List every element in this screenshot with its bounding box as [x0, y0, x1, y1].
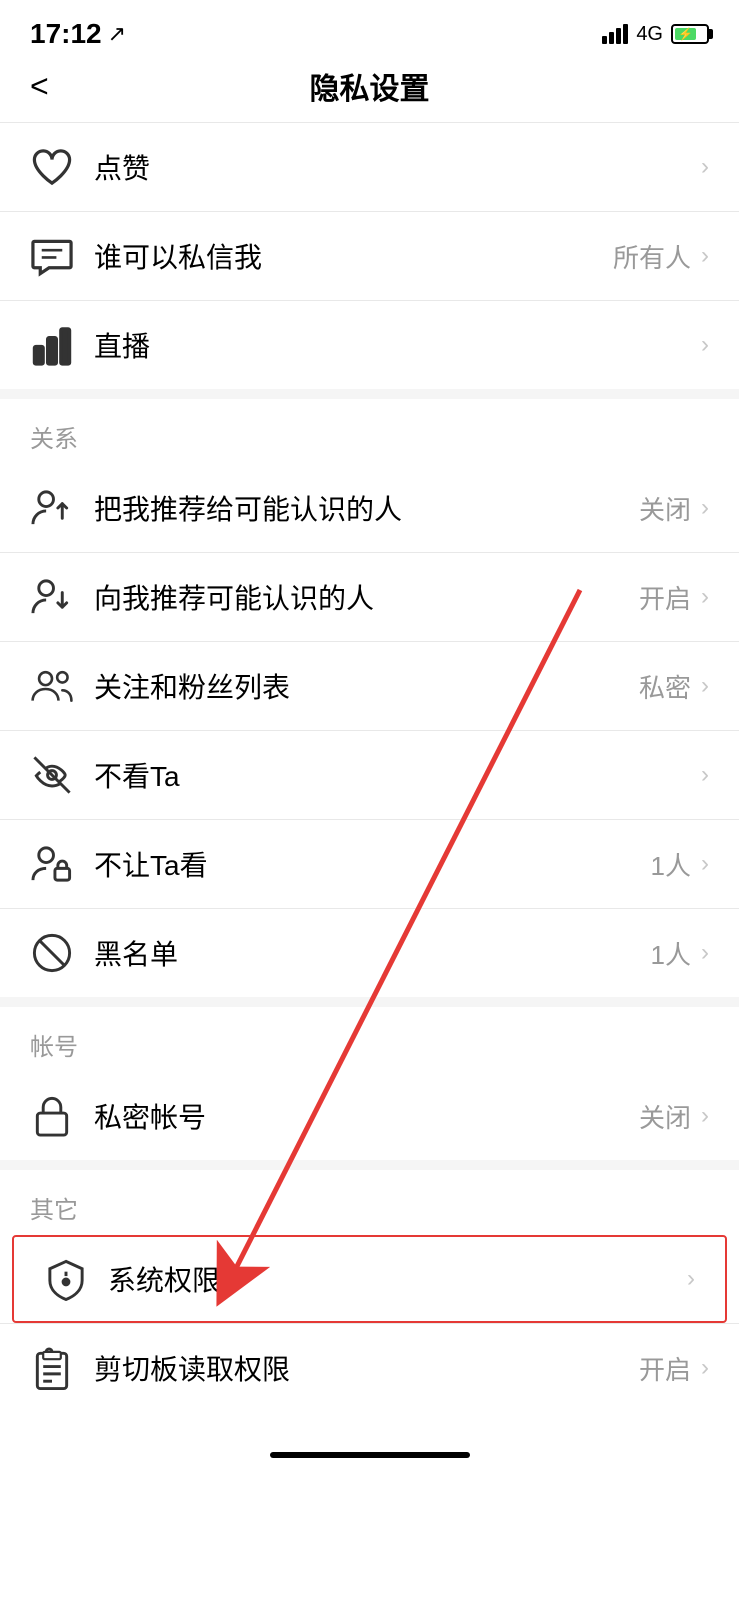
- section-divider-2: [0, 997, 739, 1007]
- clipboard-label: 剪切板读取权限: [94, 1348, 639, 1388]
- lock-icon: [30, 1094, 74, 1138]
- shield-icon: [44, 1257, 88, 1301]
- menu-item-recommend-to[interactable]: 把我推荐给可能认识的人 关闭 ›: [0, 464, 739, 552]
- page-title: 隐私设置: [310, 64, 430, 108]
- recommend-to-label: 把我推荐给可能认识的人: [94, 488, 639, 528]
- live-label: 直播: [94, 325, 701, 365]
- no-see-arrow: ›: [701, 761, 709, 789]
- menu-item-follow-fans[interactable]: 关注和粉丝列表 私密 ›: [0, 642, 739, 730]
- section-divider-1: [0, 389, 739, 399]
- home-indicator: [0, 1432, 739, 1468]
- person-up-icon: [30, 486, 74, 530]
- system-permission-label: 系统权限: [108, 1259, 687, 1299]
- heart-icon: [30, 145, 74, 189]
- bar-chart-icon: [30, 323, 74, 367]
- clipboard-arrow: ›: [701, 1354, 709, 1382]
- blacklist-arrow: ›: [701, 939, 709, 967]
- section-divider-3: [0, 1160, 739, 1170]
- section-account: 帐号: [0, 1007, 739, 1072]
- live-arrow: ›: [701, 331, 709, 359]
- menu-item-private-account[interactable]: 私密帐号 关闭 ›: [0, 1072, 739, 1160]
- message-label: 谁可以私信我: [94, 236, 613, 276]
- private-account-arrow: ›: [701, 1102, 709, 1130]
- recommend-from-arrow: ›: [701, 583, 709, 611]
- battery-icon: ⚡: [671, 24, 709, 44]
- private-account-label: 私密帐号: [94, 1096, 639, 1136]
- persons-icon: [30, 664, 74, 708]
- menu-item-likes[interactable]: 点赞 ›: [0, 123, 739, 211]
- menu-item-recommend-from[interactable]: 向我推荐可能认识的人 开启 ›: [0, 553, 739, 641]
- system-permission-arrow: ›: [687, 1265, 695, 1293]
- no-look-label: 不让Ta看: [94, 844, 651, 884]
- follow-fans-label: 关注和粉丝列表: [94, 666, 639, 706]
- menu-item-system-permission[interactable]: 系统权限 ›: [12, 1235, 727, 1323]
- message-icon: [30, 234, 74, 278]
- recommend-to-value: 关闭: [639, 490, 691, 527]
- header: < 隐私设置: [0, 60, 739, 122]
- status-bar: 17:12 ↗ 4G ⚡: [0, 0, 739, 60]
- system-permission-wrapper: 系统权限 ›: [0, 1235, 739, 1323]
- recommend-to-arrow: ›: [701, 494, 709, 522]
- follow-fans-arrow: ›: [701, 672, 709, 700]
- ban-icon: [30, 931, 74, 975]
- likes-label: 点赞: [94, 147, 701, 187]
- follow-fans-value: 私密: [639, 668, 691, 705]
- message-arrow: ›: [701, 242, 709, 270]
- back-button[interactable]: <: [30, 70, 49, 102]
- private-account-value: 关闭: [639, 1098, 691, 1135]
- eye-slash-icon: [30, 753, 74, 797]
- blacklist-value: 1人: [651, 935, 691, 972]
- blacklist-label: 黑名单: [94, 933, 651, 973]
- no-look-arrow: ›: [701, 850, 709, 878]
- menu-item-no-look[interactable]: 不让Ta看 1人 ›: [0, 820, 739, 908]
- menu-item-message[interactable]: 谁可以私信我 所有人 ›: [0, 212, 739, 300]
- person-down-icon: [30, 575, 74, 619]
- no-look-value: 1人: [651, 846, 691, 883]
- message-value: 所有人: [613, 238, 691, 275]
- section-other: 其它: [0, 1170, 739, 1235]
- status-icons: 4G ⚡: [602, 23, 709, 46]
- likes-arrow: ›: [701, 153, 709, 181]
- menu-item-clipboard[interactable]: 剪切板读取权限 开启 ›: [0, 1324, 739, 1412]
- location-icon: ↗: [108, 21, 126, 47]
- network-label: 4G: [636, 23, 663, 46]
- recommend-from-value: 开启: [639, 579, 691, 616]
- status-time: 17:12: [30, 18, 102, 50]
- menu-item-blacklist[interactable]: 黑名单 1人 ›: [0, 909, 739, 997]
- recommend-from-label: 向我推荐可能认识的人: [94, 577, 639, 617]
- home-bar: [270, 1452, 470, 1458]
- signal-icon: [602, 24, 628, 44]
- clipboard-icon: [30, 1346, 74, 1390]
- clipboard-value: 开启: [639, 1350, 691, 1387]
- person-lock-icon: [30, 842, 74, 886]
- menu-item-no-see[interactable]: 不看Ta ›: [0, 731, 739, 819]
- menu-item-live[interactable]: 直播 ›: [0, 301, 739, 389]
- no-see-label: 不看Ta: [94, 755, 701, 795]
- section-relation: 关系: [0, 399, 739, 464]
